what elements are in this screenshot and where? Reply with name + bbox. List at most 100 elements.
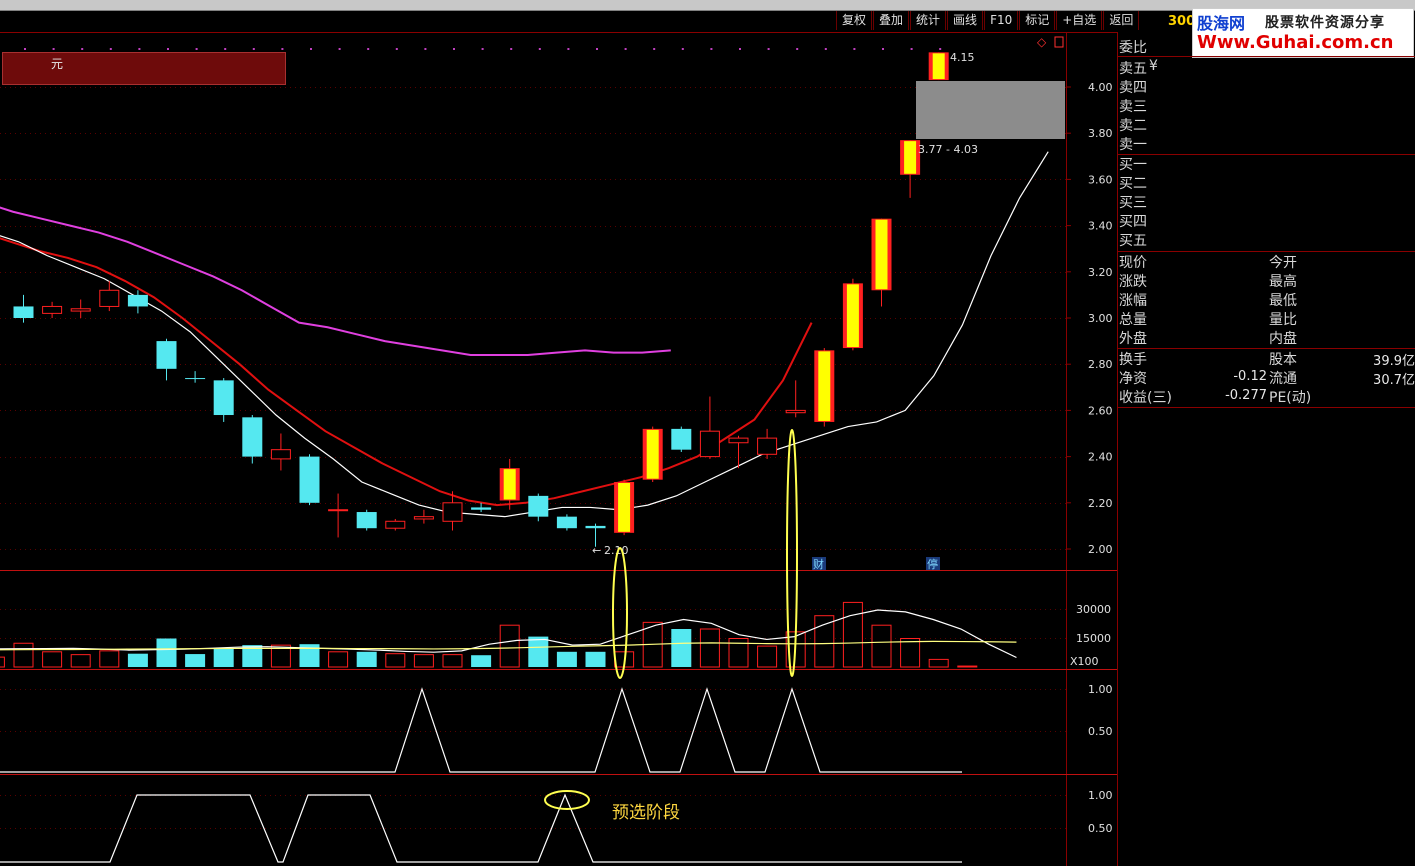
badge-cai: 财	[813, 557, 824, 571]
price-tick-label: 3.40	[1088, 220, 1113, 233]
candle-body-up	[413, 516, 434, 520]
candle-body-up	[442, 502, 463, 522]
volume-bar-up	[413, 654, 434, 668]
candle-body-down	[299, 456, 320, 503]
range-highlight-box	[916, 81, 1065, 139]
top-dot	[281, 48, 284, 50]
price-tick-label: 3.80	[1088, 127, 1113, 140]
volume-bar-down	[471, 655, 492, 667]
quote-panel: 委比 卖五 ¥ 卖四 卖三 卖二 卖一 买一 买二 买三 买四 买五 现价 今开…	[1117, 36, 1415, 866]
ma-long-polyline	[0, 206, 671, 356]
candle-body-fill	[846, 284, 859, 348]
outer-label: 外盘	[1119, 331, 1147, 347]
top-dot	[853, 48, 856, 50]
corner-square-icon	[1054, 36, 1064, 48]
price-tick-label: 2.20	[1088, 497, 1113, 510]
turnover-label: 换手	[1119, 352, 1147, 368]
float-label: 流通	[1269, 371, 1297, 387]
ma-mid-polyline	[0, 237, 813, 507]
volume-label: 总量	[1119, 312, 1147, 328]
volume-bar-down	[528, 636, 549, 667]
sell3-label: 卖三	[1119, 99, 1147, 115]
candle-body-up	[757, 437, 778, 455]
candle-body-up	[99, 289, 120, 307]
top-dot	[824, 48, 827, 50]
volume-bar-up	[928, 658, 949, 668]
open-label: 今开	[1269, 255, 1297, 271]
top-dot	[167, 48, 169, 50]
currency-label: ¥	[1149, 58, 1158, 74]
diamond-icon: ◇	[1037, 35, 1047, 49]
volume-bar-down	[671, 629, 692, 667]
top-dot	[624, 48, 627, 50]
volume-bar-up	[699, 628, 720, 668]
candle-body-down	[585, 525, 606, 529]
ma-long-line	[0, 206, 671, 356]
candle-body-up	[385, 520, 406, 529]
change-pct-label: 涨幅	[1119, 293, 1147, 309]
candle-body-down	[356, 512, 377, 529]
ind2-tick-label: 0.50	[1088, 822, 1113, 835]
candle-body-down	[242, 417, 263, 457]
volume-tick-label: 15000	[1076, 632, 1111, 645]
price-tick-label: 2.80	[1088, 358, 1113, 371]
top-dot	[367, 48, 370, 50]
volume-bar-up	[385, 653, 406, 668]
top-dot	[52, 48, 55, 50]
candle-body-fill	[818, 351, 831, 421]
unit-label: 元	[51, 57, 64, 71]
weibi-label: 委比	[1119, 40, 1147, 56]
share-capital-label: 股本	[1269, 352, 1297, 368]
top-dot	[567, 48, 570, 50]
badge-ting: 停	[927, 557, 938, 571]
top-dot	[596, 48, 598, 50]
top-dot	[910, 48, 913, 50]
top-dot	[24, 48, 26, 50]
candle-body-up	[785, 409, 806, 414]
volume-bar-down	[185, 654, 206, 667]
buy3-label: 买三	[1119, 195, 1147, 211]
price-label: 现价	[1119, 255, 1147, 271]
axis-ticks: 4.00 3.80 3.60 3.40 3.20 3.00 2.80 2.60 2.40 2.20…	[1066, 81, 1113, 835]
candle-body-fill	[875, 219, 888, 290]
high-label: 最高	[1269, 274, 1297, 290]
top-dot	[710, 48, 713, 50]
candle-body-down	[13, 306, 34, 318]
price-tick-label: 3.00	[1088, 312, 1113, 325]
ma-short-polyline	[0, 151, 1049, 518]
candle-body-up	[728, 437, 749, 444]
top-dot	[395, 48, 398, 50]
volume-bar-down	[585, 651, 606, 667]
indicator1-polyline	[0, 687, 962, 773]
indicator1-line	[0, 687, 962, 773]
candle-body-down	[185, 378, 206, 380]
top-dot	[481, 48, 484, 50]
buy2-label: 买二	[1119, 176, 1147, 192]
top-dot	[510, 48, 513, 50]
volume-bar-down	[127, 653, 148, 667]
vol-ratio-label: 量比	[1269, 312, 1297, 328]
candle-body-fill	[503, 469, 516, 500]
top-dot	[338, 48, 341, 50]
volume-bar-up	[42, 651, 63, 668]
eps-value: -0.277	[1225, 388, 1267, 403]
top-dot	[224, 48, 227, 50]
chart-frame	[0, 32, 1118, 866]
candlesticks	[13, 52, 949, 547]
top-dot	[81, 48, 84, 50]
candle-body-down	[556, 516, 577, 529]
top-dot	[882, 48, 884, 50]
candle-body-up	[42, 305, 63, 314]
indicator-title-panel: 元	[2, 52, 286, 85]
volume-bar-up	[499, 624, 520, 668]
volume-bar-up	[328, 651, 349, 668]
volume-bar-down	[356, 651, 377, 667]
volume-bar-up	[0, 656, 5, 668]
volume-bar-up	[70, 654, 91, 668]
top-dot	[796, 48, 799, 50]
pe-label: PE(动)	[1269, 390, 1312, 406]
eps-label: 收益(三)	[1119, 390, 1172, 406]
sell5-label: 卖五	[1119, 61, 1147, 77]
preselect-stage-label: 预选阶段	[612, 803, 680, 823]
candle-body-fill	[646, 429, 659, 479]
